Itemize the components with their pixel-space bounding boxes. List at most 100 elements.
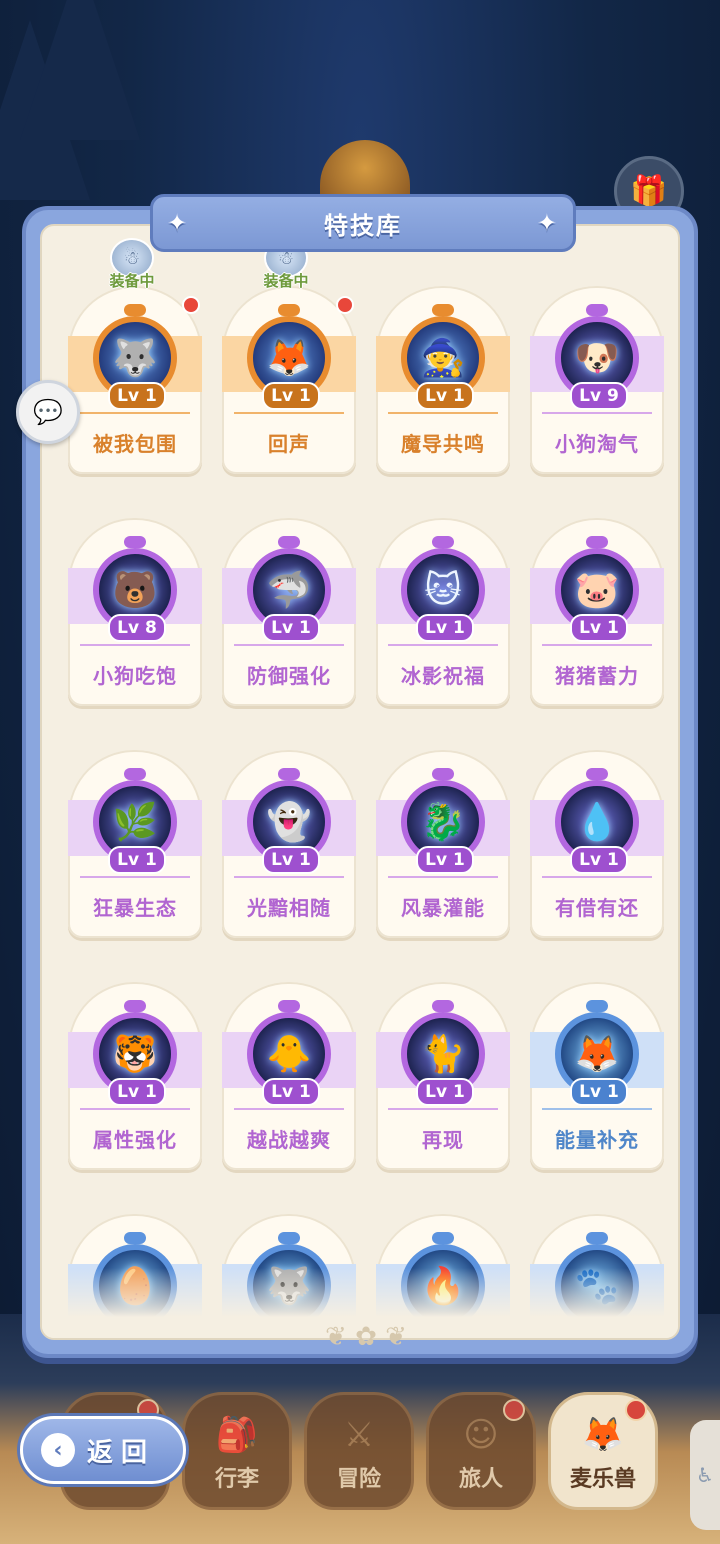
bow-icon (124, 1000, 146, 1012)
card-divider (234, 412, 344, 414)
bow-icon (278, 768, 300, 780)
bow-icon (278, 1232, 300, 1244)
card-divider (80, 644, 190, 646)
skill-card[interactable]: 🐶 Lv 9 小狗淘气 (530, 286, 664, 474)
chat-bubble-icon[interactable]: 💬 (16, 380, 80, 444)
back-arrow-icon: ‹ (41, 1433, 75, 1467)
skill-card[interactable]: 🦊 Lv 1 能量补充 (530, 982, 664, 1170)
level-badge: Lv 1 (262, 1078, 320, 1106)
skill-grid-container[interactable]: ☃ 装备中 🐺 Lv 1 被我包围 ☃ 装备中 🦊 Lv 1 回声 🧙 Lv 1 魔导共鸣 🐶 Lv 9 小狗… (40, 224, 680, 1340)
level-badge: Lv 1 (108, 382, 166, 410)
page-title: 特技库 (324, 211, 402, 240)
card-divider (234, 644, 344, 646)
portrait-glyph: 🦊 (574, 1034, 620, 1075)
level-badge: Lv 1 (416, 382, 474, 410)
traveler-icon: ☺ (463, 1415, 499, 1455)
skill-name: 防御强化 (247, 664, 331, 688)
skill-name: 小狗吃饱 (93, 664, 177, 688)
card-divider (234, 876, 344, 878)
skill-card[interactable]: 🦈 Lv 1 防御强化 (222, 518, 356, 706)
bow-icon (278, 536, 300, 548)
level-badge: Lv 9 (570, 382, 628, 410)
nav-item[interactable]: 🎒 行李 (182, 1392, 292, 1510)
skill-card[interactable]: ☃ 装备中 🦊 Lv 1 回声 (222, 238, 356, 474)
back-button[interactable]: ‹ 返回 (20, 1416, 186, 1484)
skill-card[interactable]: 🐉 Lv 1 风暴灌能 (376, 750, 510, 938)
nav-item[interactable]: ☺ 旅人 (426, 1392, 536, 1510)
portrait-glyph: 🐉 (420, 802, 466, 843)
card-divider (388, 1108, 498, 1110)
portrait-glyph: 🐶 (574, 338, 620, 379)
portrait-glyph: 🐈 (420, 1034, 466, 1075)
bow-icon (278, 304, 300, 316)
skill-card[interactable]: 🐯 Lv 1 属性强化 (68, 982, 202, 1170)
skill-name: 有借有还 (555, 896, 639, 920)
skill-card[interactable]: 🐻 Lv 8 小狗吃饱 (68, 518, 202, 706)
portrait-glyph: 🐺 (112, 338, 158, 379)
back-button-label: 返回 (87, 1437, 156, 1468)
level-badge: Lv 1 (108, 1078, 166, 1106)
notification-dot (182, 296, 200, 314)
level-badge: Lv 1 (262, 846, 320, 874)
ornament-icon: ❦ ✿ ❦ (325, 1322, 407, 1352)
backpack-icon: 🎒 (215, 1415, 259, 1455)
bow-icon (586, 304, 608, 316)
accessibility-handle-icon[interactable]: ♿ (690, 1420, 720, 1530)
sparkle-icon: ✦ (536, 209, 559, 237)
bow-icon (432, 304, 454, 316)
equipped-label: 装备中 (263, 272, 309, 290)
portrait-glyph: 👻 (266, 802, 312, 843)
skill-name: 越战越爽 (247, 1128, 331, 1152)
skill-card[interactable]: 🧙 Lv 1 魔导共鸣 (376, 286, 510, 474)
card-divider (542, 412, 652, 414)
bow-icon (586, 536, 608, 548)
level-badge: Lv 1 (570, 614, 628, 642)
skill-grid: ☃ 装备中 🐺 Lv 1 被我包围 ☃ 装备中 🦊 Lv 1 回声 🧙 Lv 1 魔导共鸣 🐶 Lv 9 小狗… (68, 238, 664, 1338)
equipped-label: 装备中 (109, 272, 155, 290)
skill-library-panel: ☃ 装备中 🐺 Lv 1 被我包围 ☃ 装备中 🦊 Lv 1 回声 🧙 Lv 1 魔导共鸣 🐶 Lv 9 小狗… (22, 206, 698, 1358)
skill-card[interactable]: 🐷 Lv 1 猪猪蓄力 (530, 518, 664, 706)
skill-name: 魔导共鸣 (401, 432, 485, 456)
nav-item[interactable]: 🦊 麦乐兽 (548, 1392, 658, 1510)
bow-icon (586, 1000, 608, 1012)
level-badge: Lv 1 (416, 1078, 474, 1106)
skill-card[interactable]: 🐱 Lv 1 冰影祝福 (376, 518, 510, 706)
skill-card[interactable]: 🐈 Lv 1 再现 (376, 982, 510, 1170)
bow-icon (124, 768, 146, 780)
bow-icon (432, 768, 454, 780)
level-badge: Lv 1 (108, 846, 166, 874)
nav-item-label: 行李 (214, 1467, 259, 1492)
portrait-glyph: 🐱 (424, 569, 462, 611)
card-divider (80, 876, 190, 878)
portrait-glyph: 🦈 (266, 570, 312, 611)
card-divider (542, 876, 652, 878)
nav-item[interactable]: ⚔ 冒险 (304, 1392, 414, 1510)
pet-fox-icon: 🦊 (581, 1415, 625, 1455)
skill-card[interactable]: 🌿 Lv 1 狂暴生态 (68, 750, 202, 938)
level-badge: Lv 1 (262, 614, 320, 642)
bow-icon (124, 304, 146, 316)
card-divider (80, 1108, 190, 1110)
portrait-glyph: 🐻 (112, 570, 158, 611)
skill-name: 猪猪蓄力 (555, 664, 639, 688)
skill-card[interactable]: 💧 Lv 1 有借有还 (530, 750, 664, 938)
notification-dot (336, 296, 354, 314)
skill-card[interactable]: ☃ 装备中 🐺 Lv 1 被我包围 (68, 238, 202, 474)
skill-name: 能量补充 (555, 1128, 639, 1152)
background-tree (20, 0, 140, 140)
skill-card[interactable]: 👻 Lv 1 光黯相随 (222, 750, 356, 938)
skill-name: 狂暴生态 (93, 896, 177, 920)
card-divider (388, 644, 498, 646)
skill-card[interactable]: 🐥 Lv 1 越战越爽 (222, 982, 356, 1170)
card-divider (234, 1108, 344, 1110)
level-badge: Lv 1 (416, 614, 474, 642)
nav-item-label: 冒险 (336, 1467, 381, 1492)
skill-name: 再现 (422, 1128, 464, 1152)
skill-name: 属性强化 (93, 1128, 177, 1152)
panel-title-ribbon: ✦ 特技库 ✦ (150, 194, 576, 252)
notification-dot (503, 1399, 525, 1421)
skill-name: 风暴灌能 (401, 896, 485, 920)
portrait-glyph: 🌿 (112, 802, 158, 843)
bow-icon (278, 1000, 300, 1012)
card-divider (388, 876, 498, 878)
